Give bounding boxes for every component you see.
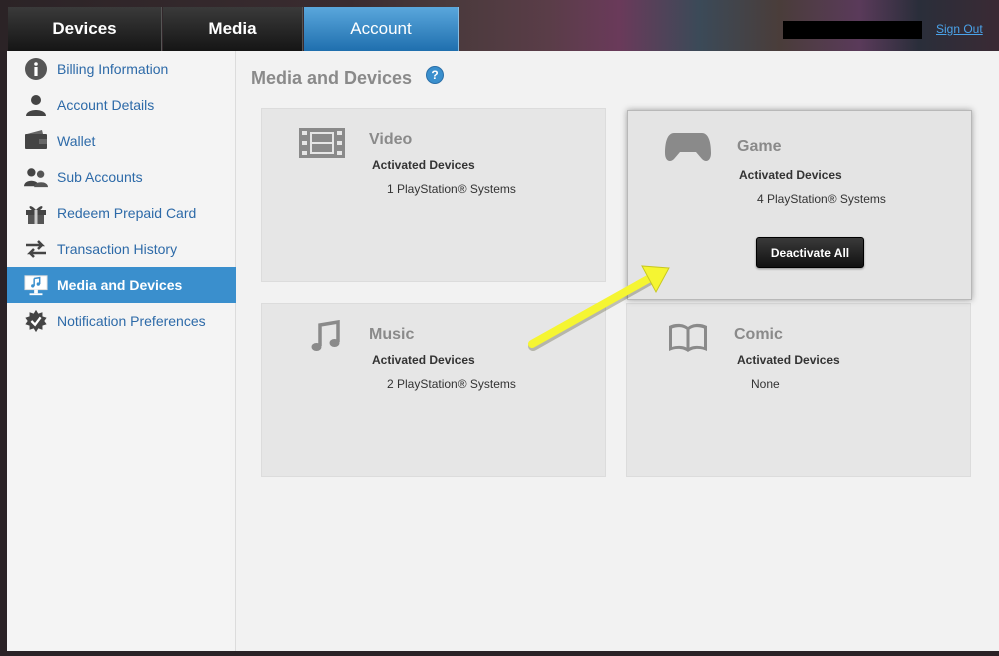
sidebar-item-label: Wallet [57, 133, 96, 149]
gift-icon [24, 201, 48, 225]
card-subtitle: Activated Devices [737, 353, 840, 367]
people-icon [24, 165, 48, 189]
sidebar-item-notification-preferences[interactable]: Notification Preferences [7, 303, 236, 339]
sidebar-item-label: Transaction History [57, 241, 178, 257]
card-title: Game [737, 138, 782, 155]
card-subtitle: Activated Devices [739, 168, 842, 182]
comic-card: Comic Activated Devices None [626, 303, 971, 477]
sidebar-item-account-details[interactable]: Account Details [7, 87, 236, 123]
info-icon [24, 57, 48, 81]
sidebar-item-label: Sub Accounts [57, 169, 143, 185]
card-title: Video [369, 131, 413, 148]
main-content: Media and Devices ? Video Activated Devi… [237, 51, 999, 651]
card-subtitle: Activated Devices [372, 158, 475, 172]
game-card: Game Activated Devices 4 PlayStation® Sy… [627, 110, 972, 300]
tab-devices[interactable]: Devices [8, 7, 162, 51]
card-title: Comic [734, 326, 783, 343]
deactivate-all-button[interactable]: Deactivate All [756, 237, 864, 268]
person-icon [24, 93, 48, 117]
sidebar-item-label: Redeem Prepaid Card [57, 205, 197, 221]
media-devices-icon [24, 273, 48, 297]
book-icon [667, 322, 709, 359]
card-value: 4 PlayStation® Systems [757, 192, 886, 206]
card-value: 1 PlayStation® Systems [387, 182, 516, 196]
sidebar-item-label: Billing Information [57, 61, 169, 77]
help-icon[interactable]: ? [426, 66, 444, 84]
tab-account[interactable]: Account [304, 7, 459, 51]
sidebar-item-billing-information[interactable]: Billing Information [7, 51, 236, 87]
sidebar-item-label: Account Details [57, 97, 155, 113]
card-subtitle: Activated Devices [372, 353, 475, 367]
sidebar-item-wallet[interactable]: Wallet [7, 123, 236, 159]
film-icon [298, 127, 346, 164]
wallet-icon [24, 129, 48, 153]
music-note-icon [310, 319, 344, 359]
account-panel: Billing Information Account Details Wall… [7, 51, 999, 651]
sidebar-item-label: Notification Preferences [57, 313, 206, 329]
sidebar-item-sub-accounts[interactable]: Sub Accounts [7, 159, 236, 195]
card-value: None [751, 377, 780, 391]
transfer-arrows-icon [24, 237, 48, 261]
page-title: Media and Devices [251, 68, 413, 88]
sidebar: Billing Information Account Details Wall… [7, 51, 236, 651]
card-value: 2 PlayStation® Systems [387, 377, 516, 391]
redacted-username [783, 21, 922, 39]
sidebar-item-transaction-history[interactable]: Transaction History [7, 231, 236, 267]
sidebar-item-redeem-prepaid-card[interactable]: Redeem Prepaid Card [7, 195, 236, 231]
card-title: Music [369, 326, 415, 343]
music-card: Music Activated Devices 2 PlayStation® S… [261, 303, 606, 477]
sidebar-item-media-and-devices[interactable]: Media and Devices [7, 267, 236, 303]
tab-media[interactable]: Media [163, 7, 303, 51]
video-card: Video Activated Devices 1 PlayStation® S… [261, 108, 606, 282]
sign-out-link[interactable]: Sign Out [936, 22, 983, 36]
sidebar-item-label: Media and Devices [57, 277, 183, 293]
notification-badge-icon [24, 309, 48, 333]
top-navigation-bar: Devices Media Account Sign Out [0, 0, 999, 52]
gamepad-icon [664, 131, 712, 168]
